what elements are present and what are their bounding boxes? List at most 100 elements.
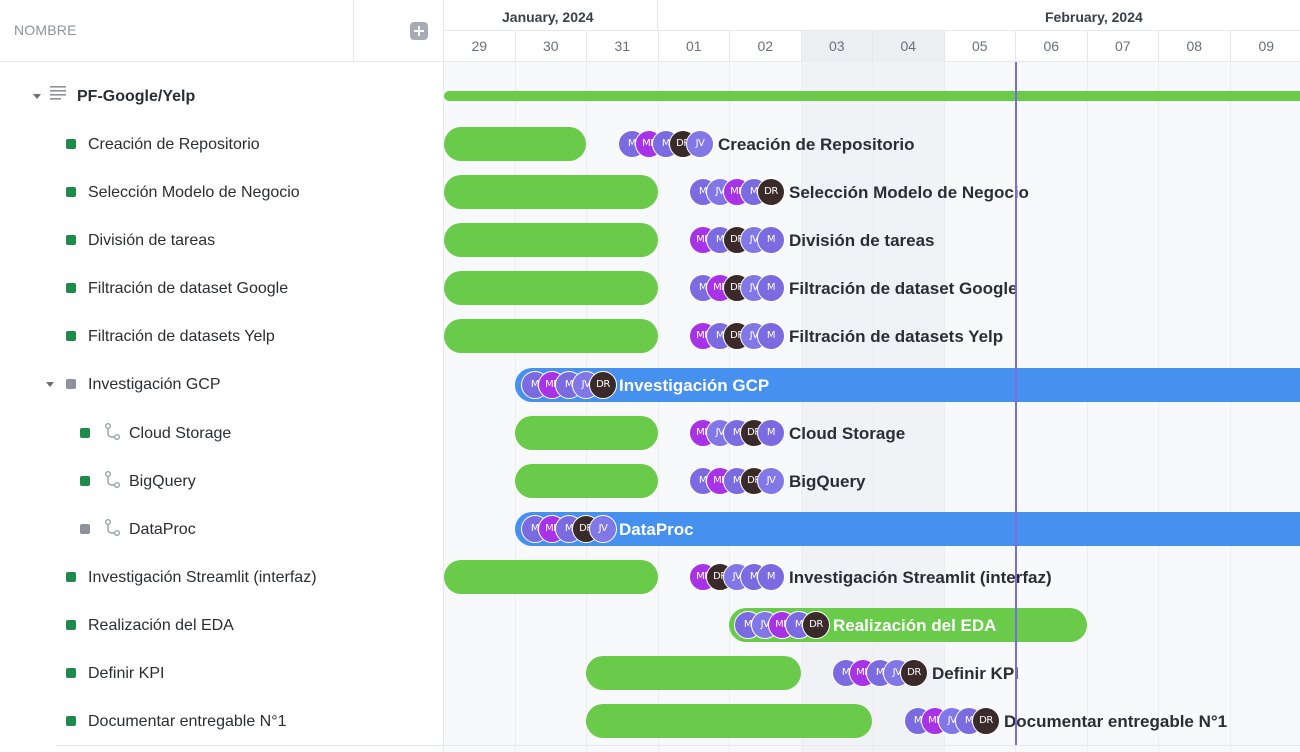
- status-dot[interactable]: [66, 668, 76, 678]
- task-name[interactable]: Selección Modelo de Negocio: [88, 184, 300, 202]
- status-dot[interactable]: [66, 620, 76, 630]
- collapse-caret-icon[interactable]: [33, 94, 41, 99]
- task-row[interactable]: Investigación GCP: [0, 360, 443, 408]
- assignee-avatars[interactable]: M JV MP M DR: [734, 611, 830, 639]
- grid-line: [586, 62, 587, 752]
- subtask-name[interactable]: Cloud Storage: [129, 425, 231, 443]
- task-bar-label: Realización del EDA: [833, 616, 997, 635]
- task-name[interactable]: Filtración de datasets Yelp: [88, 328, 275, 346]
- task-row[interactable]: Filtración de datasets Yelp: [0, 312, 443, 360]
- assignee-avatars[interactable]: M MP M JV DR: [832, 659, 928, 687]
- assignee-avatars[interactable]: MP DR JV M M: [689, 563, 785, 591]
- day-cell: 05: [945, 31, 1016, 62]
- subtask-name[interactable]: BigQuery: [129, 473, 196, 491]
- task-bar[interactable]: [444, 127, 586, 161]
- avatar[interactable]: JV: [757, 467, 785, 495]
- task-bar[interactable]: [586, 704, 872, 738]
- task-bar[interactable]: [444, 560, 658, 594]
- assignee-avatars[interactable]: M MP JV M DR: [904, 707, 1000, 735]
- task-row[interactable]: Selección Modelo de Negocio: [0, 168, 443, 216]
- task-row[interactable]: Filtración de dataset Google: [0, 264, 443, 312]
- status-dot[interactable]: [66, 283, 76, 293]
- status-dot[interactable]: [66, 379, 76, 389]
- status-dot[interactable]: [80, 476, 90, 486]
- task-name[interactable]: Creación de Repositorio: [88, 136, 260, 154]
- avatar[interactable]: M: [757, 226, 785, 254]
- task-bar[interactable]: [586, 656, 801, 690]
- status-dot[interactable]: [66, 572, 76, 582]
- task-name[interactable]: Documentar entregable N°1: [88, 713, 287, 731]
- day-cell: 06: [1016, 31, 1088, 62]
- task-name[interactable]: Filtración de dataset Google: [88, 280, 288, 298]
- status-dot[interactable]: [80, 524, 90, 534]
- task-name[interactable]: Investigación Streamlit (interfaz): [88, 569, 317, 587]
- day-cell: 08: [1159, 31, 1231, 62]
- task-row[interactable]: División de tareas: [0, 216, 443, 264]
- status-dot[interactable]: [66, 235, 76, 245]
- avatar[interactable]: DR: [802, 611, 830, 639]
- avatar[interactable]: DR: [972, 707, 1000, 735]
- day-cell: 29: [444, 31, 516, 62]
- avatar[interactable]: M: [757, 563, 785, 591]
- subtask-row[interactable]: DataProc: [0, 505, 443, 553]
- avatar[interactable]: JV: [589, 515, 617, 543]
- task-row[interactable]: Creación de Repositorio: [0, 120, 443, 168]
- collapse-caret-icon[interactable]: [46, 382, 54, 387]
- subtask-name[interactable]: DataProc: [129, 521, 196, 539]
- task-bar[interactable]: [444, 175, 658, 209]
- grid-line: [515, 62, 516, 752]
- task-row[interactable]: Realización del EDA: [0, 601, 443, 649]
- avatar[interactable]: M: [757, 274, 785, 302]
- task-bar[interactable]: [444, 319, 658, 353]
- assignee-avatars[interactable]: M MP M DR JV: [521, 515, 617, 543]
- avatar[interactable]: JV: [686, 130, 714, 158]
- assignee-avatars[interactable]: M MP DR JV M: [689, 274, 785, 302]
- weekend-column: [873, 62, 945, 752]
- task-bar-label: BigQuery: [789, 472, 866, 491]
- assignee-avatars[interactable]: M MP M DR JV: [689, 467, 785, 495]
- avatar[interactable]: DR: [589, 371, 617, 399]
- grid-line: [872, 62, 873, 752]
- status-dot[interactable]: [80, 428, 90, 438]
- assignee-avatars[interactable]: MP JV M DR M: [689, 419, 785, 447]
- task-bar[interactable]: [515, 464, 658, 498]
- assignee-avatars[interactable]: M MP M DR JV: [618, 130, 714, 158]
- list-icon: [50, 86, 66, 100]
- month-label: January, 2024: [502, 9, 594, 25]
- task-bar-label: Investigación GCP: [619, 376, 770, 395]
- task-bar-label: División de tareas: [789, 231, 935, 250]
- add-column-button[interactable]: [410, 22, 428, 40]
- assignee-avatars[interactable]: MP M DR JV M: [689, 322, 785, 350]
- assignee-avatars[interactable]: M JV MP M DR: [689, 178, 785, 206]
- project-bar[interactable]: [444, 91, 1300, 101]
- avatar[interactable]: DR: [900, 659, 928, 687]
- task-row[interactable]: Investigación Streamlit (interfaz): [0, 553, 443, 601]
- status-dot[interactable]: [66, 187, 76, 197]
- assignee-avatars[interactable]: MP M DR JV M: [689, 226, 785, 254]
- avatar[interactable]: M: [757, 419, 785, 447]
- status-dot[interactable]: [66, 139, 76, 149]
- task-bar[interactable]: [515, 416, 658, 450]
- task-name[interactable]: Investigación GCP: [88, 376, 221, 394]
- subtask-row[interactable]: BigQuery: [0, 457, 443, 505]
- avatar[interactable]: M: [757, 322, 785, 350]
- task-row[interactable]: Definir KPI: [0, 649, 443, 697]
- avatar[interactable]: DR: [757, 178, 785, 206]
- gantt-timeline[interactable]: January, 2024 February, 2024 29 30 31 01…: [444, 0, 1300, 752]
- task-name[interactable]: Realización del EDA: [88, 617, 234, 635]
- status-dot[interactable]: [66, 331, 76, 341]
- subtask-icon: [105, 471, 120, 488]
- subtask-icon: [105, 423, 120, 440]
- task-row[interactable]: Documentar entregable N°1: [0, 697, 443, 745]
- task-name[interactable]: Definir KPI: [88, 665, 164, 683]
- assignee-avatars[interactable]: M MP M JV DR: [521, 371, 617, 399]
- task-bar[interactable]: [444, 271, 658, 305]
- status-dot[interactable]: [66, 716, 76, 726]
- today-marker: [1015, 62, 1017, 745]
- weekend-column: [801, 62, 873, 752]
- project-row[interactable]: PF-Google/Yelp: [0, 72, 443, 120]
- project-name[interactable]: PF-Google/Yelp: [77, 88, 195, 106]
- task-name[interactable]: División de tareas: [88, 232, 215, 250]
- subtask-row[interactable]: Cloud Storage: [0, 409, 443, 457]
- task-bar[interactable]: [444, 223, 658, 257]
